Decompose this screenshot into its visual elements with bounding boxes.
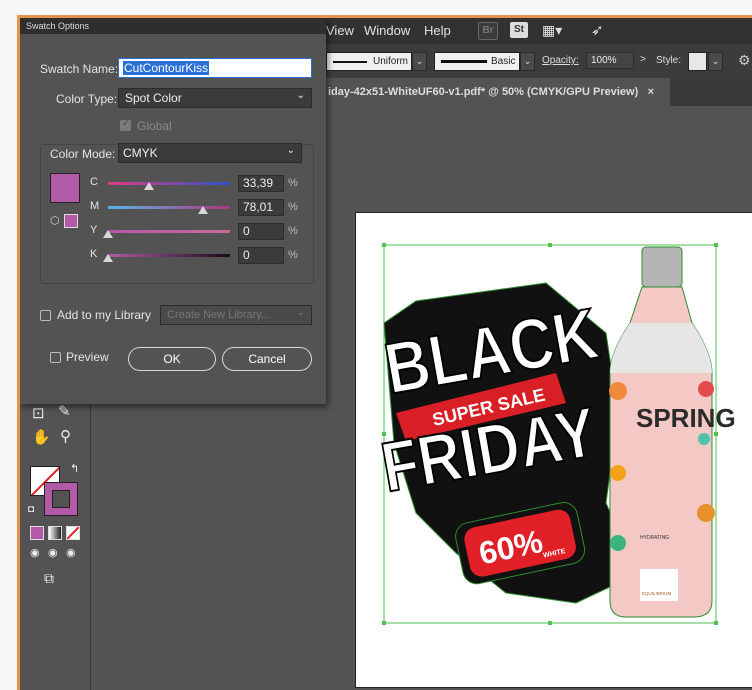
tools-panel: ⊡ ✎ ✋ ⚲ ↰ ◘ ◉ ◉ ◉ ⧉: [26, 394, 91, 690]
draw-behind-icon[interactable]: ◉: [48, 546, 58, 559]
zoom-tool-icon[interactable]: ⚲: [60, 427, 71, 445]
channel-unit: %: [288, 201, 298, 213]
hand-tool-icon[interactable]: ✋: [32, 428, 51, 446]
out-of-gamut-cube-icon[interactable]: ⬡: [50, 214, 60, 227]
color-mode-label: Color Mode:: [50, 147, 116, 161]
color-type-label: Color Type:: [56, 92, 118, 106]
global-label: Global: [137, 119, 172, 133]
eyedropper-tool-icon[interactable]: ✎: [58, 402, 71, 420]
channel-unit: %: [288, 177, 298, 189]
channel-slider-thumb[interactable]: [103, 230, 113, 238]
channel-label: M: [90, 200, 100, 212]
channel-unit: %: [288, 249, 298, 261]
channel-value-input[interactable]: 78,01: [238, 199, 284, 216]
none-mode-button[interactable]: [66, 526, 80, 540]
illustrator-window: View Window Help Br St ▦▾ ➶ Uniform ⌄ Ba…: [20, 18, 752, 690]
swatch-name-input[interactable]: CutContourKiss: [118, 58, 312, 78]
close-tab-icon[interactable]: ×: [648, 78, 654, 106]
draw-inside-icon[interactable]: ◉: [66, 546, 76, 559]
chevron-down-icon: ⌄: [296, 90, 305, 101]
bridge-icon[interactable]: Br: [478, 22, 498, 40]
menu-window[interactable]: Window: [364, 23, 410, 38]
channel-slider-track[interactable]: [108, 230, 230, 233]
add-to-library-checkbox[interactable]: [40, 310, 51, 321]
color-type-value: Spot Color: [125, 91, 182, 105]
style-label: Style:: [656, 55, 682, 66]
channel-value-input[interactable]: 0: [238, 247, 284, 264]
preview-label: Preview: [66, 350, 109, 364]
default-colors-icon[interactable]: ◘: [28, 504, 34, 515]
bottle-brand: EQUILIBRIUM: [642, 591, 672, 596]
document-tab-title: iday-42x51-WhiteUF60-v1.pdf* @ 50% (CMYK…: [328, 86, 639, 98]
gpu-performance-icon[interactable]: ➶: [591, 21, 604, 39]
screen-mode-icon[interactable]: ⧉: [44, 570, 54, 587]
swatch-options-dialog: Swatch Options Swatch Name: CutContourKi…: [20, 18, 326, 404]
channel-slider-thumb[interactable]: [143, 182, 154, 190]
bottle-label-spring: SPRING: [636, 403, 736, 433]
style-dropdown-icon[interactable]: ⌄: [708, 52, 723, 71]
library-placeholder: Create New Library...: [167, 309, 271, 321]
artwork-graphic[interactable]: BLACK SUPER SALE FRIDAY 60% WHITE SPRING…: [356, 213, 752, 687]
chevron-down-icon: ⌄: [296, 307, 305, 318]
color-swatch-preview: [50, 173, 80, 203]
channel-label: C: [90, 176, 98, 188]
opacity-arrow-icon[interactable]: >: [640, 54, 646, 65]
opacity-label[interactable]: Opacity:: [542, 55, 579, 66]
bottle-graphic: SPRING HYDRATING EQUILIBRIUM: [609, 246, 736, 618]
color-mode-button[interactable]: [30, 526, 44, 540]
variable-width-profile[interactable]: Uniform: [326, 52, 412, 71]
channel-unit: %: [288, 225, 298, 237]
color-type-select[interactable]: Spot Color ⌄: [118, 88, 312, 108]
swap-fill-stroke-icon[interactable]: ↰: [70, 462, 79, 475]
chevron-down-icon: ⌄: [286, 145, 295, 156]
color-mode-select[interactable]: CMYK ⌄: [118, 143, 302, 163]
bottle-label-hydrating: HYDRATING: [640, 535, 669, 541]
channel-slider-track[interactable]: [108, 206, 230, 209]
document-tab[interactable]: iday-42x51-WhiteUF60-v1.pdf* @ 50% (CMYK…: [320, 78, 670, 106]
add-to-library-label: Add to my Library: [57, 308, 152, 322]
channel-slider-thumb[interactable]: [198, 206, 209, 214]
channel-slider-track[interactable]: [108, 182, 230, 185]
cancel-button[interactable]: Cancel: [222, 347, 312, 371]
library-select[interactable]: Create New Library... ⌄: [160, 305, 312, 325]
profile-dropdown-icon[interactable]: ⌄: [412, 52, 427, 71]
swatch-name-value: CutContourKiss: [123, 61, 210, 75]
artboard[interactable]: BLACK SUPER SALE FRIDAY 60% WHITE SPRING…: [355, 212, 752, 688]
menu-help[interactable]: Help: [424, 23, 451, 38]
artboard-tool-icon[interactable]: ⊡: [32, 404, 45, 422]
brush-definition[interactable]: Basic: [434, 52, 520, 71]
stock-icon[interactable]: St: [510, 22, 528, 38]
channel-value-input[interactable]: 33,39: [238, 175, 284, 192]
gradient-mode-button[interactable]: [48, 526, 62, 540]
channel-slider-thumb[interactable]: [103, 254, 113, 262]
draw-normal-icon[interactable]: ◉: [30, 546, 40, 559]
workspace-layout-icon[interactable]: ▦▾: [542, 22, 562, 39]
graphic-style-swatch[interactable]: [688, 52, 707, 71]
ok-button[interactable]: OK: [128, 347, 216, 371]
preview-checkbox[interactable]: [50, 352, 61, 363]
channel-label: Y: [90, 224, 98, 236]
menu-view[interactable]: View: [326, 23, 354, 38]
dialog-title: Swatch Options: [20, 18, 326, 34]
stroke-color-swatch[interactable]: [44, 482, 78, 516]
web-safe-swatch[interactable]: [64, 214, 78, 228]
channel-value-input[interactable]: 0: [238, 223, 284, 240]
swatch-name-label: Swatch Name:: [40, 62, 119, 76]
color-mode-value: CMYK: [123, 146, 158, 160]
document-setup-icon[interactable]: ⚙: [738, 52, 751, 69]
opacity-field[interactable]: 100%: [586, 52, 634, 69]
brush-dropdown-icon[interactable]: ⌄: [520, 52, 535, 71]
global-checkbox[interactable]: ✓: [120, 118, 131, 131]
channel-label: K: [90, 248, 98, 260]
channel-slider-track[interactable]: [108, 254, 230, 257]
